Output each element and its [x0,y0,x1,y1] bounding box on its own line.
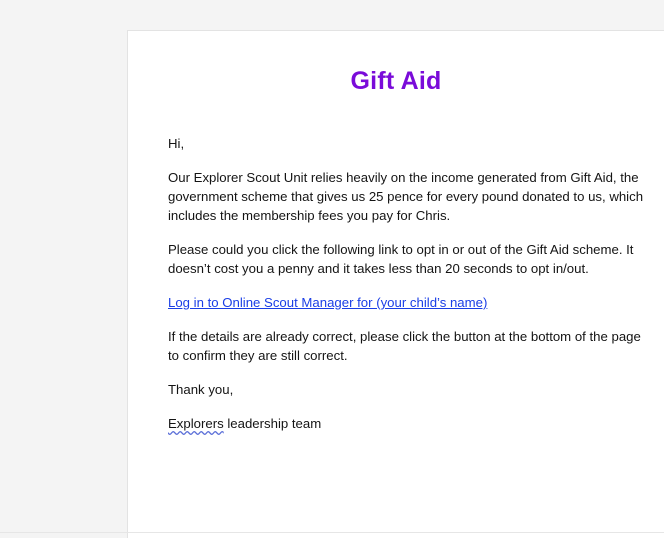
paragraph-confirm-details: If the details are already correct, plea… [168,329,641,363]
document-page: Gift Aid Hi, Our Explorer Scout Unit rel… [127,30,664,538]
osm-login-link[interactable]: Log in to Online Scout Manager for (your… [168,295,487,310]
email-body: Hi, Our Explorer Scout Unit relies heavi… [168,134,650,448]
page-title: Gift Aid [350,67,442,95]
sign-off-text: Thank you, [168,382,234,397]
link-paragraph: Log in to Online Scout Manager for (your… [168,293,650,312]
paragraph-opt-instructions: Please could you click the following lin… [168,242,634,276]
signature-rest: leadership team [223,416,322,431]
greeting-text: Hi, [168,136,185,151]
signature: Explorers leadership team [168,414,650,433]
bottom-divider [0,532,664,533]
signature-word-spellcheck: Explorers [168,416,224,431]
paragraph-gift-aid-intro: Our Explorer Scout Unit relies heavily o… [168,170,644,223]
document-canvas: Gift Aid Hi, Our Explorer Scout Unit rel… [0,0,664,538]
